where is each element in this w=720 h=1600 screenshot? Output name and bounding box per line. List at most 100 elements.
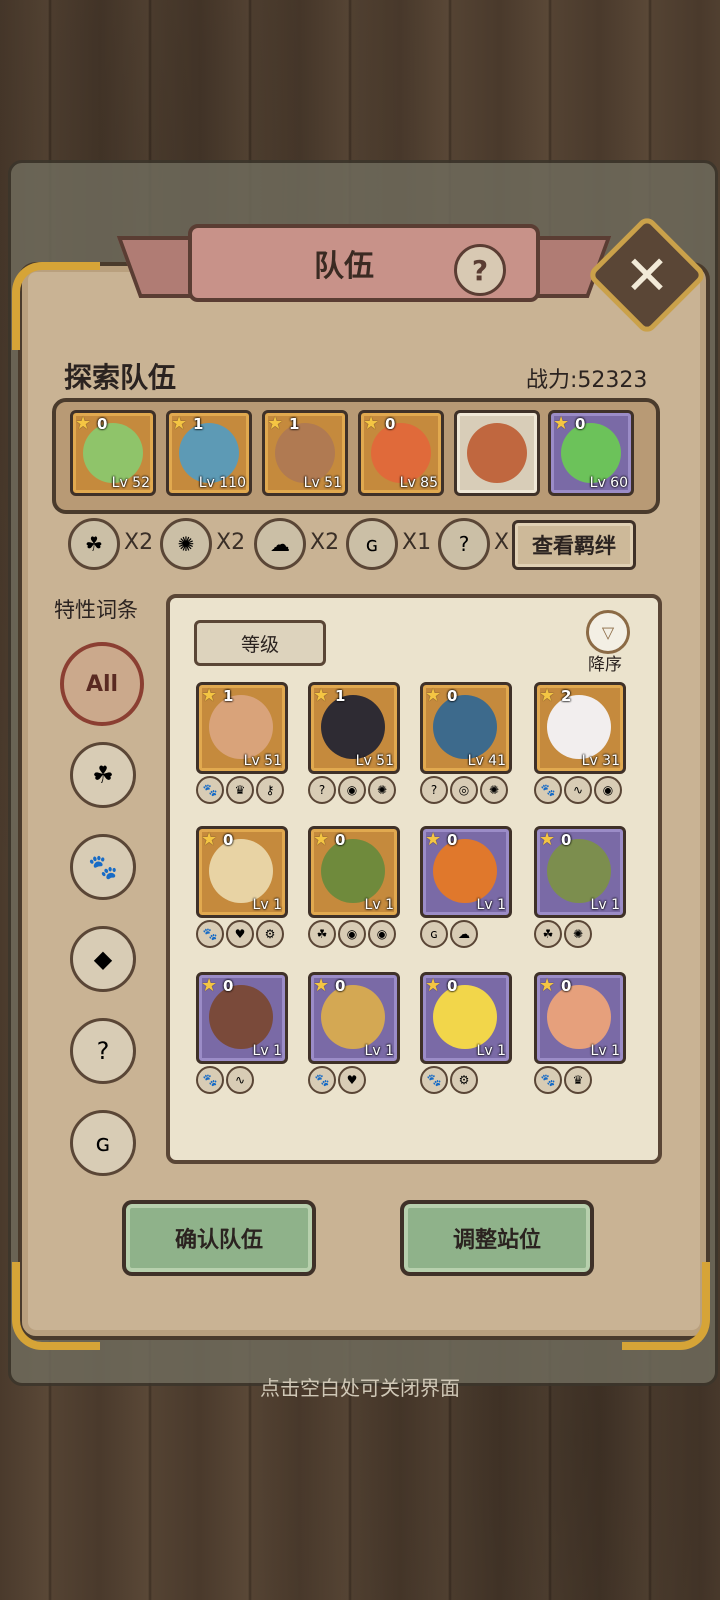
- trait-icon: ⚷: [256, 776, 284, 804]
- team-slot[interactable]: [454, 410, 540, 496]
- team-slot[interactable]: ★ 1 Lv 51: [262, 410, 348, 496]
- team-slot[interactable]: ★ 0 Lv 85: [358, 410, 444, 496]
- character-portrait: [547, 985, 611, 1049]
- trait-icon: ☁: [450, 920, 478, 948]
- trait-icon: ✺: [564, 920, 592, 948]
- character-portrait: [321, 985, 385, 1049]
- level-label: Lv 1: [476, 897, 506, 913]
- filter-crystal-button[interactable]: ◆: [70, 926, 136, 992]
- help-button[interactable]: ?: [454, 244, 506, 296]
- trait-icon: ♛: [564, 1066, 592, 1094]
- level-label: Lv 51: [355, 753, 394, 769]
- star-icon: ★: [313, 975, 330, 996]
- character-portrait: [275, 423, 335, 483]
- trait-icon: ɢ: [420, 920, 448, 948]
- team-slot[interactable]: ★ 1 Lv 110: [166, 410, 252, 496]
- trait-icon: 🐾: [196, 1066, 224, 1094]
- star-icon: ★: [539, 685, 556, 706]
- sort-level-button[interactable]: 等级: [194, 620, 326, 666]
- star-count: 0: [447, 831, 458, 849]
- character-card[interactable]: ★ 0 Lv 1: [196, 826, 288, 918]
- trait-icon: ◎: [450, 776, 478, 804]
- trait-icon: ◉: [338, 776, 366, 804]
- character-card[interactable]: ★ 0 Lv 1: [196, 972, 288, 1064]
- filter-leaf-button[interactable]: ☘: [70, 742, 136, 808]
- character-card[interactable]: ★ 0 Lv 1: [534, 972, 626, 1064]
- trait-icon: ☘: [534, 920, 562, 948]
- team-slot[interactable]: ★ 0 Lv 52: [70, 410, 156, 496]
- star-count: 1: [289, 415, 300, 433]
- level-label: Lv 51: [303, 475, 342, 491]
- confirm-team-button[interactable]: 确认队伍: [122, 1200, 316, 1276]
- corner-ornament: [622, 1262, 710, 1350]
- character-card[interactable]: ★ 0 Lv 1: [308, 972, 400, 1064]
- filter-paw-button[interactable]: 🐾: [70, 834, 136, 900]
- star-icon: ★: [171, 413, 188, 434]
- swirl-icon[interactable]: ✺: [160, 518, 212, 570]
- star-count: 1: [335, 687, 346, 705]
- star-icon: ★: [201, 975, 218, 996]
- leaf-icon[interactable]: ☘: [68, 518, 120, 570]
- close-hint[interactable]: 点击空白处可关闭界面: [0, 1372, 720, 1401]
- star-count: 0: [97, 415, 108, 433]
- level-label: Lv 1: [252, 897, 282, 913]
- power-value: 战力:52323: [526, 368, 648, 393]
- ghost-icon[interactable]: ☁: [254, 518, 306, 570]
- character-portrait: [547, 839, 611, 903]
- filter-question-button[interactable]: ?: [70, 1018, 136, 1084]
- character-card[interactable]: ★ 1 Lv 51: [308, 682, 400, 774]
- star-count: 1: [223, 687, 234, 705]
- dialog-title: 队伍: [314, 249, 374, 284]
- star-icon: ★: [425, 829, 442, 850]
- character-card[interactable]: ★ 0 Lv 41: [420, 682, 512, 774]
- filter-all-button[interactable]: All: [60, 642, 144, 726]
- character-portrait: [547, 695, 611, 759]
- star-icon: ★: [313, 685, 330, 706]
- level-label: Lv 1: [252, 1043, 282, 1059]
- star-icon: ★: [75, 413, 92, 434]
- level-label: Lv 1: [590, 1043, 620, 1059]
- level-label: Lv 1: [364, 897, 394, 913]
- character-card[interactable]: ★ 0 Lv 1: [534, 826, 626, 918]
- sort-order-label[interactable]: 降序: [588, 650, 622, 675]
- level-label: Lv 1: [590, 897, 620, 913]
- trait-icon: 🐾: [420, 1066, 448, 1094]
- close-icon[interactable]: ✕: [604, 232, 690, 318]
- character-card[interactable]: ★ 0 Lv 1: [308, 826, 400, 918]
- adjust-position-button[interactable]: 调整站位: [400, 1200, 594, 1276]
- sort-order-icon[interactable]: ▽: [586, 610, 630, 654]
- character-portrait: [321, 839, 385, 903]
- star-icon: ★: [313, 829, 330, 850]
- star-count: 0: [335, 831, 346, 849]
- character-portrait: [371, 423, 431, 483]
- star-icon: ★: [201, 685, 218, 706]
- trait-filter-title: 特性词条: [54, 598, 138, 622]
- star-icon: ★: [363, 413, 380, 434]
- team-title: 探索队伍: [64, 361, 177, 394]
- bond-count: X2: [216, 530, 246, 555]
- trait-icon: ⚙: [450, 1066, 478, 1094]
- trait-icon: ♛: [226, 776, 254, 804]
- character-portrait: [179, 423, 239, 483]
- trait-icon: ♥: [226, 920, 254, 948]
- spiral-icon[interactable]: ɢ: [346, 518, 398, 570]
- character-portrait: [433, 695, 497, 759]
- character-card[interactable]: ★ 0 Lv 1: [420, 826, 512, 918]
- star-count: 0: [223, 831, 234, 849]
- character-card[interactable]: ★ 2 Lv 31: [534, 682, 626, 774]
- star-count: 0: [385, 415, 396, 433]
- team-slot[interactable]: ★ 0 Lv 60: [548, 410, 634, 496]
- trait-icon: ✺: [368, 776, 396, 804]
- level-label: Lv 1: [476, 1043, 506, 1059]
- character-portrait: [321, 695, 385, 759]
- filter-spiral-button[interactable]: ɢ: [70, 1110, 136, 1176]
- star-icon: ★: [539, 829, 556, 850]
- character-card[interactable]: ★ 0 Lv 1: [420, 972, 512, 1064]
- question-icon[interactable]: ?: [438, 518, 490, 570]
- view-bonds-button[interactable]: 查看羁绊: [512, 520, 636, 570]
- star-count: 0: [561, 977, 572, 995]
- character-card[interactable]: ★ 1 Lv 51: [196, 682, 288, 774]
- star-icon: ★: [553, 413, 570, 434]
- corner-ornament: [12, 262, 100, 350]
- trait-icon: 🐾: [534, 776, 562, 804]
